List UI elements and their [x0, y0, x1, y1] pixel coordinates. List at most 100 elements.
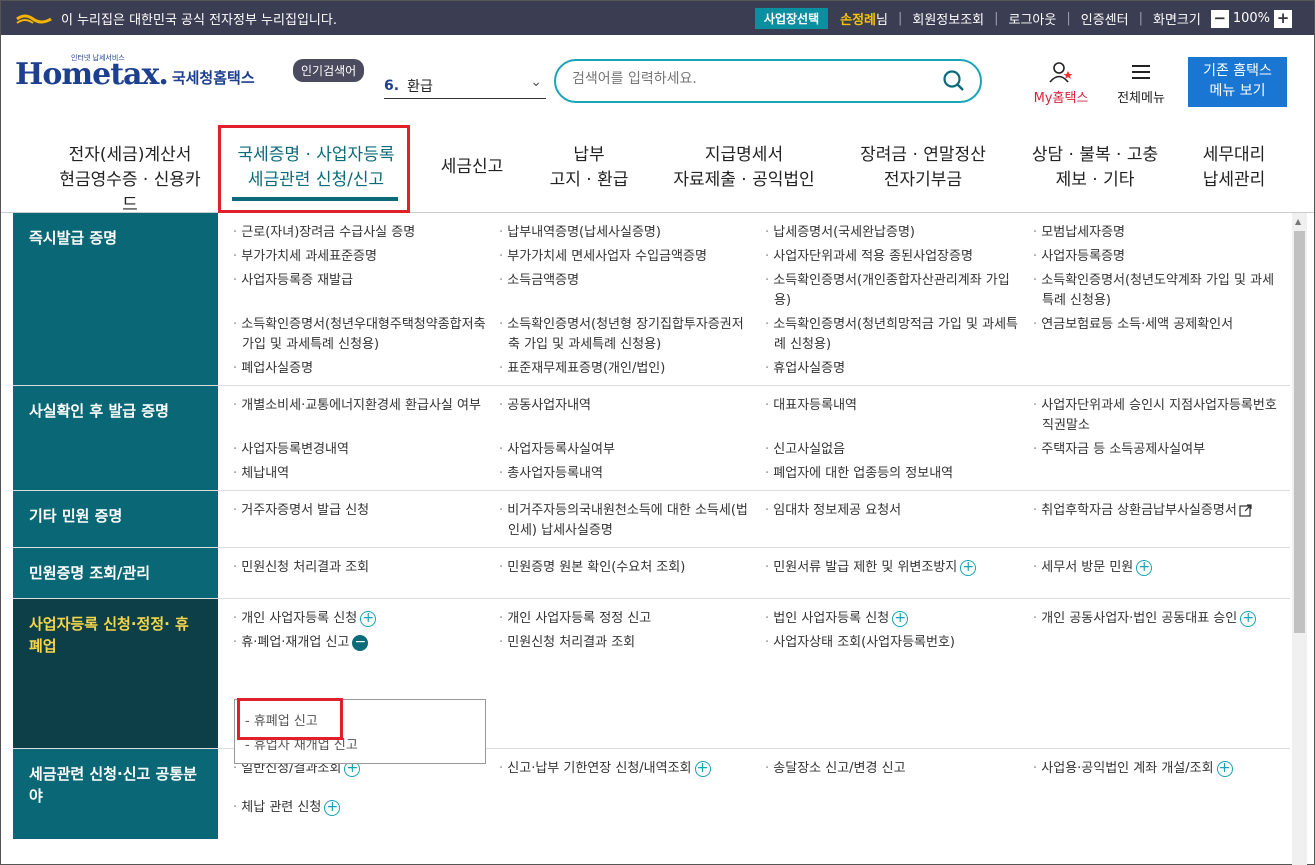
menu-link[interactable]: · 취업후학자금 상환금납부사실증명서 — [1032, 501, 1290, 541]
menu-link[interactable]: · 부가가치세 면세사업자 수입금액증명 — [498, 247, 764, 267]
menu-link[interactable]: · 주택자금 등 소득공제사실여부 — [1032, 440, 1290, 460]
business-select-button[interactable]: 사업장선택 — [754, 8, 829, 29]
collapse-minus-icon[interactable]: − — [352, 634, 369, 651]
menu-link-text: 법인 사업자등록 신청 — [773, 611, 890, 626]
gnb-tax-agent[interactable]: 세무대리 납세관리 — [1193, 143, 1275, 193]
menu-link[interactable]: · 임대차 정보제공 요청서 — [764, 501, 1032, 541]
menu-link[interactable]: · 체납내역 — [232, 464, 498, 484]
popular-search-dropdown[interactable]: 6. 환급 ⌄ — [384, 73, 546, 99]
gnb-payment[interactable]: 납부 고지 · 환급 — [541, 143, 637, 193]
utility-menu: 사업장선택 손정례 님 | 회원정보조회 | 로그아웃 | 인증센터 | 화면크… — [754, 8, 1296, 29]
old-hometax-line1: 기존 홈택스 — [1203, 63, 1272, 79]
menu-link-text: 민원서류 발급 제한 및 위변조방지 — [773, 560, 958, 575]
menu-link[interactable]: · 개별소비세·교통에너지환경세 환급사실 여부 — [232, 396, 498, 436]
gnb-e-invoice[interactable]: 전자(세금)계산서 현금영수증 · 신용카드 — [55, 143, 205, 218]
menu-link-text: 사업자단위과세 승인시 지점사업자등록번호 직권말소 — [1041, 398, 1277, 433]
expand-plus-icon[interactable]: + — [1216, 760, 1233, 777]
scrollbar-thumb[interactable] — [1294, 231, 1305, 633]
expand-plus-icon[interactable]: + — [1240, 610, 1257, 627]
menu-link[interactable]: · 법인 사업자등록 신청 + — [764, 609, 1032, 629]
gnb-tax-filing[interactable]: 세금신고 — [433, 155, 511, 180]
menu-link[interactable]: · 사업자등록사실여부 — [498, 440, 764, 460]
search-icon[interactable] — [942, 69, 966, 93]
menu-link[interactable]: · 소득확인증명서(개인종합자산관리계좌 가입용) — [764, 271, 1032, 311]
menu-link[interactable]: · 세무서 방문 민원 + — [1032, 558, 1290, 592]
expand-plus-icon[interactable]: + — [360, 610, 377, 627]
menu-link[interactable]: · 사업용·공익법인 계좌 개설/조회 + — [1032, 759, 1290, 794]
menu-link[interactable]: · 총사업자등록내역 — [498, 464, 764, 484]
menu-link[interactable]: · 사업자등록증명 — [1032, 247, 1290, 267]
menu-link[interactable]: · 공동사업자내역 — [498, 396, 764, 436]
menu-link[interactable]: · 사업자등록증 재발급 — [232, 271, 498, 311]
popular-search-label: 인기검색어 — [293, 59, 365, 82]
member-info-link[interactable]: 회원정보조회 — [912, 9, 984, 28]
menu-link[interactable]: · 사업자단위과세 승인시 지점사업자등록번호 직권말소 — [1032, 396, 1290, 436]
menu-link[interactable]: · 개인 사업자등록 신청 + — [232, 609, 498, 629]
section-row: 민원증명 조회/관리 · 민원신청 처리결과 조회 · 민원증명 원본 확인(수… — [13, 548, 1290, 599]
menu-link[interactable]: · 민원증명 원본 확인(수요처 조회) — [498, 558, 764, 592]
menu-link[interactable]: · 부가가치세 과세표준증명 — [232, 247, 498, 267]
menu-link[interactable]: · 소득확인증명서(청년도약계좌 가입 및 과세특례 신청용) — [1032, 271, 1290, 311]
gnb-payment-statement[interactable]: 지급명세서 자료제출 · 공익법인 — [665, 143, 823, 193]
menu-link-text: 소득확인증명서(청년희망적금 가입 및 과세특례 신청용) — [773, 317, 1018, 352]
menu-link-text: 개인 사업자등록 정정 신고 — [507, 611, 652, 626]
menu-link[interactable]: · 납부내역증명(납세사실증명) — [498, 223, 764, 243]
scrollbar[interactable]: ▲ — [1292, 213, 1307, 865]
menu-link[interactable]: · 대표자등록내역 — [764, 396, 1032, 436]
menu-link[interactable]: · 소득금액증명 — [498, 271, 764, 311]
menu-link[interactable]: · 일반신청/결과조회 + — [232, 759, 498, 794]
gnb-label: 지급명세서 — [704, 145, 784, 165]
menu-link[interactable]: · 체납 관련 신청 + — [232, 798, 498, 833]
menu-link-text: 체납내역 — [241, 466, 290, 481]
expand-plus-icon[interactable]: + — [960, 559, 977, 576]
menu-link[interactable]: · 근로(자녀)장려금 수급사실 증명 — [232, 223, 498, 243]
menu-link-text: 납세증명서(국세완납증명) — [773, 225, 915, 240]
menu-link[interactable]: · 휴업사실증명 — [764, 359, 1032, 379]
menu-link[interactable]: · 폐업사실증명 — [232, 359, 498, 379]
menu-link-expanded[interactable]: · 휴·폐업·재개업 신고 − — [232, 633, 498, 653]
all-menu-button[interactable]: 전체메뉴 — [1109, 61, 1173, 106]
menu-link[interactable]: · 표준재무제표증명(개인/법인) — [498, 359, 764, 379]
menu-link[interactable]: · 민원신청 처리결과 조회 — [498, 633, 764, 653]
my-hometax-button[interactable]: My홈택스 — [1026, 61, 1096, 106]
menu-link[interactable]: · 소득확인증명서(청년형 장기집합투자증권저축 가입 및 과세특례 신청용) — [498, 315, 764, 355]
cert-center-link[interactable]: 인증센터 — [1081, 9, 1129, 28]
menu-link[interactable]: · 모범납세자증명 — [1032, 223, 1290, 243]
menu-link[interactable]: · 민원신청 처리결과 조회 — [232, 558, 498, 592]
expand-plus-icon[interactable]: + — [324, 799, 341, 816]
menu-link[interactable]: · 신고사실없음 — [764, 440, 1032, 460]
scroll-up-icon[interactable]: ▲ — [1295, 217, 1301, 226]
menu-link[interactable]: · 납세증명서(국세완납증명) — [764, 223, 1032, 243]
search-input[interactable] — [572, 71, 912, 87]
zoom-out-button[interactable]: − — [1210, 9, 1229, 28]
highlight-box — [218, 125, 410, 213]
menu-link[interactable]: · 소득확인증명서(청년희망적금 가입 및 과세특례 신청용) — [764, 315, 1032, 355]
gnb-consult[interactable]: 상담 · 불복 · 고충 제보 · 기타 — [1025, 143, 1165, 193]
expand-plus-icon[interactable]: + — [694, 760, 711, 777]
hometax-logo[interactable]: 인터넷 납세서비스 Home tax. 국세청홈택스 — [15, 54, 255, 92]
menu-link[interactable]: · 사업자등록변경내역 — [232, 440, 498, 460]
gnb-label: 전자기부금 — [883, 170, 963, 190]
user-icon — [1049, 62, 1073, 83]
menu-link[interactable]: · 개인 공동사업자·법인 공동대표 승인 + — [1032, 609, 1290, 629]
menu-link[interactable]: · 거주자증명서 발급 신청 — [232, 501, 498, 541]
menu-link[interactable]: · 사업자상태 조회(사업자등록번호) — [764, 633, 1032, 653]
menu-link[interactable]: · 연금보험료등 소득·세액 공제확인서 — [1032, 315, 1290, 355]
menu-link-text: 소득확인증명서(청년형 장기집합투자증권저축 가입 및 과세특례 신청용) — [507, 317, 744, 352]
menu-link[interactable]: · 민원서류 발급 제한 및 위변조방지 + — [764, 558, 1032, 592]
expand-plus-icon[interactable]: + — [892, 610, 909, 627]
expand-plus-icon[interactable]: + — [1136, 559, 1153, 576]
logout-link[interactable]: 로그아웃 — [1009, 9, 1057, 28]
divider: | — [1066, 11, 1071, 26]
menu-link[interactable]: · 사업자단위과세 적용 종된사업장증명 — [764, 247, 1032, 267]
gnb-incentive[interactable]: 장려금 · 연말정산 전자기부금 — [853, 143, 993, 193]
menu-link[interactable]: · 폐업자에 대한 업종등의 정보내역 — [764, 464, 1032, 484]
menu-link[interactable]: · 비거주자등의국내원천소득에 대한 소득세(법인세) 납세사실증명 — [498, 501, 764, 541]
zoom-in-button[interactable]: + — [1274, 9, 1292, 28]
menu-link[interactable]: · 신고·납부 기한연장 신청/내역조회 + — [498, 759, 764, 794]
menu-link[interactable]: · 소득확인증명서(청년우대형주택청약종합저축 가입 및 과세특례 신청용) — [232, 315, 498, 355]
menu-link-text: 부가가치세 면세사업자 수입금액증명 — [507, 249, 707, 264]
menu-link[interactable]: · 개인 사업자등록 정정 신고 — [498, 609, 764, 629]
old-hometax-button[interactable]: 기존 홈택스 메뉴 보기 — [1188, 57, 1287, 107]
menu-link[interactable]: · 송달장소 신고/변경 신고 — [764, 759, 1032, 794]
